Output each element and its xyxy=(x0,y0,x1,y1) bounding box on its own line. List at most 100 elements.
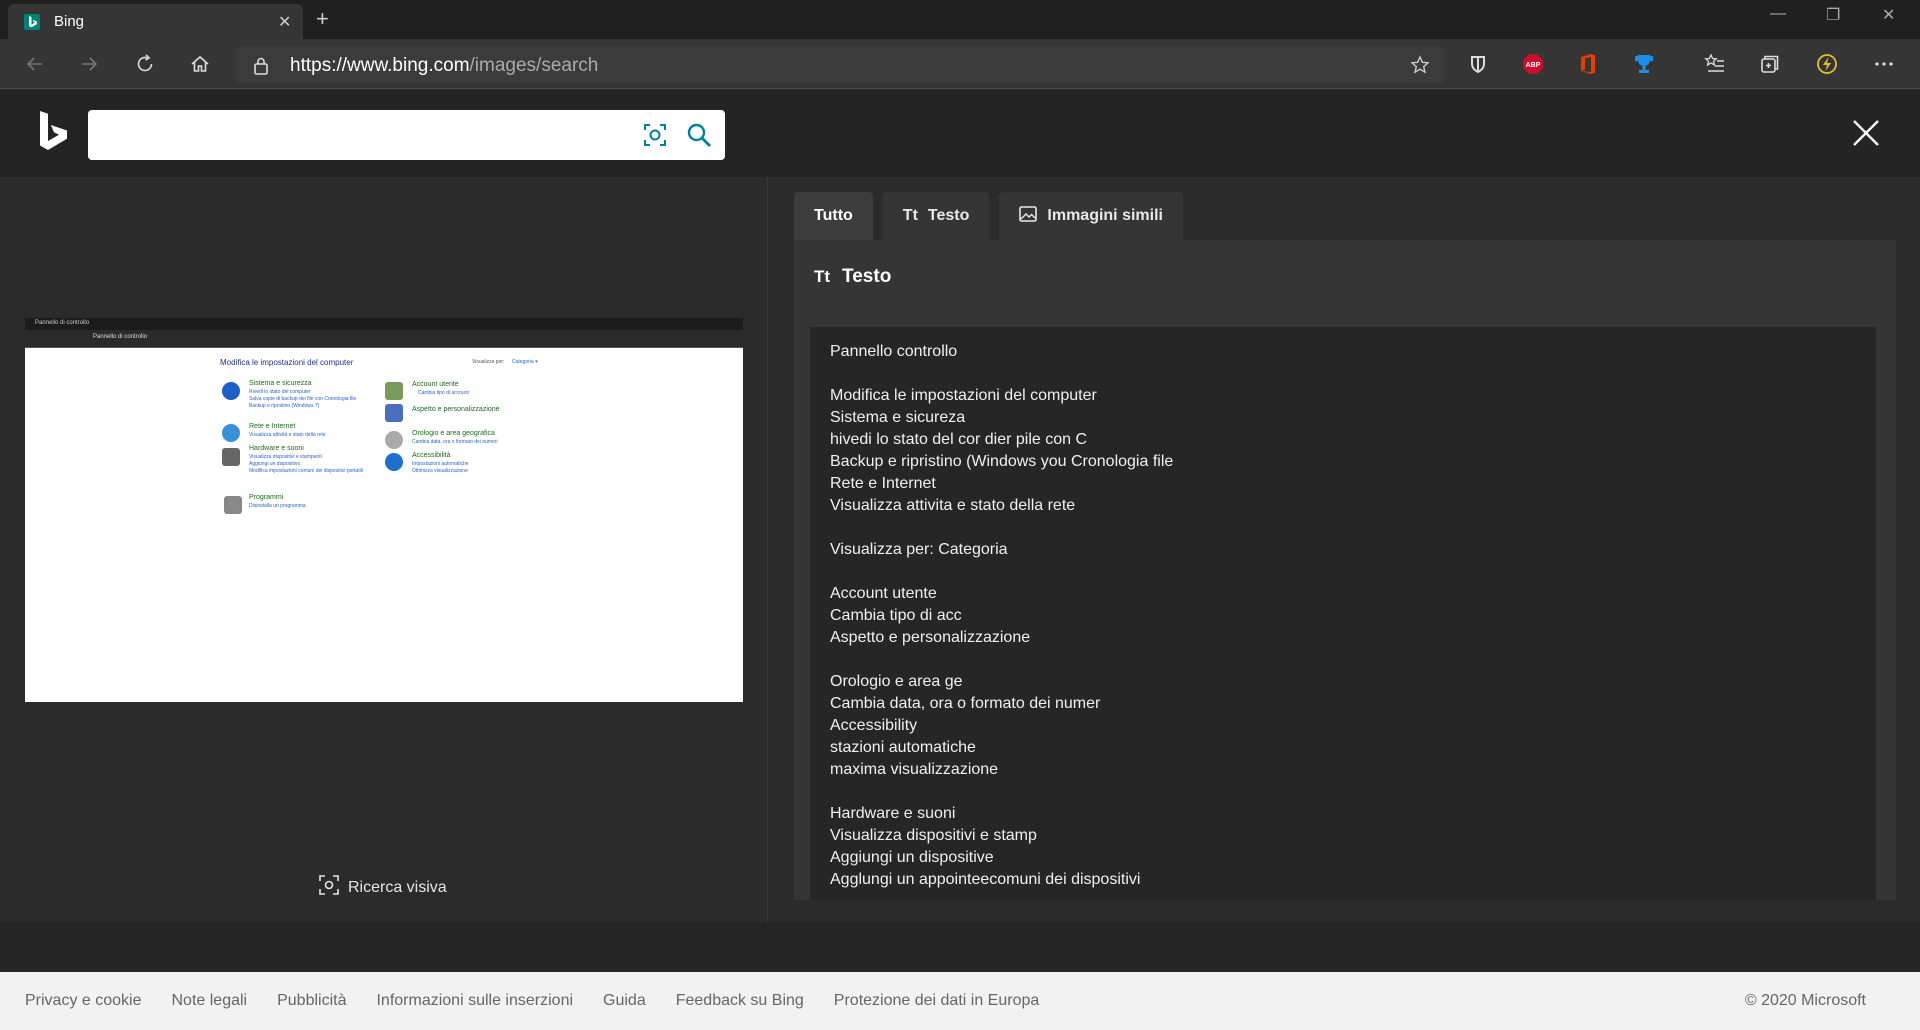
bing-header xyxy=(0,89,1920,177)
office-icon[interactable] xyxy=(1576,52,1600,76)
tab-testo[interactable]: Tt Testo xyxy=(882,192,990,240)
close-visual-search-icon[interactable] xyxy=(1852,119,1880,152)
tab-close-icon[interactable]: ✕ xyxy=(278,12,291,32)
text-line: Aggiungi un dispositive xyxy=(830,849,994,866)
url-text[interactable]: https://www.bing.com/images/search xyxy=(290,55,598,77)
preview-sub: Impostazioni automatiche xyxy=(412,461,469,467)
preview-sub: Aggiungi un dispositivo xyxy=(249,461,301,467)
search-icon[interactable] xyxy=(685,121,713,154)
footer: Privacy e cookie Note legali Pubblicità Inf… xyxy=(0,972,1920,1030)
text-line xyxy=(810,363,1876,385)
preview-item: Aspetto e personalizzazione xyxy=(412,406,500,413)
text-line xyxy=(810,781,1876,803)
shield-extension-icon[interactable] xyxy=(1466,52,1490,76)
network-globe-icon xyxy=(222,424,240,442)
minimize-icon[interactable]: — xyxy=(1770,5,1786,23)
appearance-icon xyxy=(385,404,403,422)
preview-item: Programmi xyxy=(249,494,284,501)
hardware-printer-icon xyxy=(222,448,240,466)
text-line: Visualizza per: Categoria xyxy=(830,541,1008,558)
bing-logo-icon[interactable] xyxy=(38,111,70,158)
collections-icon[interactable] xyxy=(1758,52,1782,76)
visual-search-label: Ricerca visiva xyxy=(348,878,447,896)
footer-link[interactable]: Informazioni sulle inserzioni xyxy=(376,992,573,1010)
visual-search-button[interactable]: Ricerca visiva xyxy=(318,874,447,901)
new-tab-icon[interactable]: + xyxy=(316,6,329,32)
text-tt-icon: Tt xyxy=(902,207,918,224)
preview-view-value: Categoria ▾ xyxy=(512,359,538,365)
footer-link[interactable]: Note legali xyxy=(172,992,248,1010)
footer-link[interactable]: Feedback su Bing xyxy=(676,992,804,1010)
preview-item: Accessibilità xyxy=(412,452,451,459)
url-host: https://www.bing.com xyxy=(290,55,470,76)
text-results-panel: Tt Testo Pannello controllo Modifica le i… xyxy=(794,240,1896,900)
preview-address: Pannello di controllo xyxy=(93,334,148,340)
footer-link[interactable]: Pubblicità xyxy=(277,992,346,1010)
search-box[interactable] xyxy=(88,110,725,160)
lock-icon xyxy=(252,56,270,81)
footer-link[interactable]: Guida xyxy=(603,992,646,1010)
user-accounts-icon xyxy=(385,382,403,400)
preview-item: Hardware e suoni xyxy=(249,445,304,452)
address-bar[interactable]: https://www.bing.com/images/search xyxy=(236,47,1444,83)
back-icon[interactable] xyxy=(21,50,49,78)
browser-tab-strip: Bing ✕ + — ❐ ✕ xyxy=(0,0,1920,39)
text-tt-icon: Tt xyxy=(814,267,831,286)
favorite-star-icon[interactable] xyxy=(1410,55,1430,80)
text-line: Backup e ripristino (Windows you Cronolo… xyxy=(830,453,1174,470)
text-line xyxy=(810,649,1876,671)
preview-titlebar: Pannello di controllo xyxy=(25,318,743,330)
preview-sub: Salva copie di backup dei file con Crono… xyxy=(249,396,357,402)
home-icon[interactable] xyxy=(186,50,214,78)
results-pane: Tutto Tt Testo Immagini simili Tt Testo … xyxy=(768,177,1920,922)
preview-address-bar: Pannello di controllo xyxy=(25,330,743,348)
accessibility-icon xyxy=(385,453,403,471)
text-line: Pannello controllo xyxy=(830,343,958,360)
preview-item: Account utente xyxy=(412,381,459,388)
preview-sub: Cambia tipo di account xyxy=(418,390,469,396)
page-band xyxy=(0,922,1920,972)
preview-sub: Cambia data, ora o formato dei numeri xyxy=(412,439,498,445)
preview-sub: Modifica impostazioni comuni dei disposi… xyxy=(249,468,363,474)
visual-search-camera-icon[interactable] xyxy=(641,121,669,154)
text-line: Agglungi un appointeecomuni dei disposit… xyxy=(830,871,1141,888)
favorites-list-icon[interactable] xyxy=(1703,52,1727,76)
search-input[interactable] xyxy=(102,122,582,148)
preview-sub: Rivedi lo stato del computer xyxy=(249,389,311,395)
forward-icon[interactable] xyxy=(75,50,103,78)
more-menu-icon[interactable] xyxy=(1872,52,1896,76)
preview-image[interactable]: Pannello di controllo Pannello di contro… xyxy=(25,318,743,702)
trophy-extension-icon[interactable] xyxy=(1632,52,1656,76)
copyright: © 2020 Microsoft xyxy=(1744,992,1866,1009)
tab-immagini-simili[interactable]: Immagini simili xyxy=(999,192,1183,240)
bing-favicon-icon xyxy=(24,14,40,30)
footer-link[interactable]: Protezione dei dati in Europa xyxy=(834,992,1039,1010)
window-close-icon[interactable]: ✕ xyxy=(1882,5,1895,25)
text-line: maxima visualizzazione xyxy=(830,761,999,778)
image-preview-pane: Pannello di controllo Pannello di contro… xyxy=(0,177,768,922)
results-tabs: Tutto Tt Testo Immagini simili xyxy=(794,192,1183,240)
performance-icon[interactable] xyxy=(1815,52,1839,76)
footer-links: Privacy e cookie Note legali Pubblicità Inf… xyxy=(25,992,1039,1010)
text-line xyxy=(810,561,1876,583)
refresh-icon[interactable] xyxy=(131,50,159,78)
preview-heading: Modifica le impostazioni del computer xyxy=(220,358,354,367)
tab-tutto[interactable]: Tutto xyxy=(794,192,873,240)
adblock-plus-icon[interactable]: ABP xyxy=(1521,52,1545,76)
extracted-text-lines: Pannello controllo Modifica le impostazio… xyxy=(810,327,1876,891)
visual-search-icon xyxy=(318,874,340,901)
extracted-text-box[interactable]: Pannello controllo Modifica le impostazio… xyxy=(810,327,1876,900)
text-line: Modifica le impostazioni del computer xyxy=(830,387,1097,404)
tab-label: Immagini simili xyxy=(1047,207,1163,224)
browser-tab-bing[interactable]: Bing ✕ xyxy=(8,4,303,39)
footer-link[interactable]: Privacy e cookie xyxy=(25,992,142,1010)
tab-title: Bing xyxy=(54,13,85,30)
browser-toolbar: https://www.bing.com/images/search ABP xyxy=(0,39,1920,89)
restore-icon[interactable]: ❐ xyxy=(1826,5,1840,25)
tab-label: Tutto xyxy=(814,207,853,224)
preview-item: Orologio e area geografica xyxy=(412,430,495,437)
clock-globe-icon xyxy=(385,431,403,449)
adblock-label: ABP xyxy=(1526,62,1541,69)
preview-sub: Backup e ripristino (Windows 7) xyxy=(249,403,320,409)
security-shield-icon xyxy=(222,382,240,400)
